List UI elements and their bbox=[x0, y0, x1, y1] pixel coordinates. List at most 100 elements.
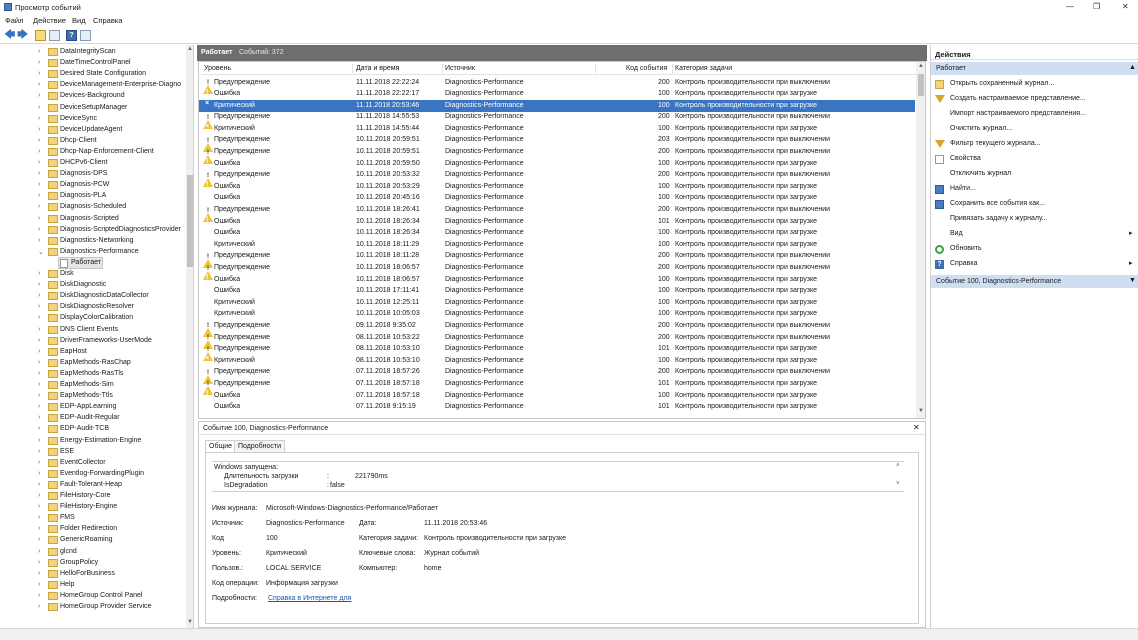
back-arrow-icon[interactable]: 🡄 bbox=[4, 30, 15, 41]
tree-item[interactable]: › ESE bbox=[0, 447, 184, 458]
chevron-right-icon[interactable]: › bbox=[38, 359, 40, 366]
menu-help[interactable]: Справка bbox=[93, 16, 122, 25]
chevron-right-icon[interactable]: › bbox=[38, 581, 40, 588]
tree-item[interactable]: › EapMethods-RasChap bbox=[0, 358, 184, 369]
tree-item[interactable]: › EapMethods-Ttls bbox=[0, 391, 184, 402]
tree-item[interactable]: › Diagnosis-Scripted bbox=[0, 214, 184, 225]
tree-item[interactable]: › DateTimeControlPanel bbox=[0, 58, 184, 69]
chevron-right-icon[interactable]: › bbox=[38, 203, 40, 210]
tree-item[interactable]: › Energy-Estimation-Engine bbox=[0, 436, 184, 447]
column-event-id[interactable]: Код события bbox=[626, 65, 667, 72]
action-item[interactable]: Сохранить все события как... bbox=[931, 197, 1138, 211]
chevron-right-icon[interactable]: › bbox=[38, 392, 40, 399]
chevron-right-icon[interactable]: › bbox=[38, 170, 40, 177]
chevron-right-icon[interactable]: › bbox=[38, 470, 40, 477]
tree-item[interactable]: › Diagnosis-PCW bbox=[0, 180, 184, 191]
action-item[interactable]: Вид ▸ bbox=[931, 227, 1138, 241]
event-row[interactable]: ! Ошибка 07.11.2018 9:15:19 Diagnostics-Per… bbox=[199, 402, 915, 414]
tree-item[interactable]: › DeviceSetupManager bbox=[0, 103, 184, 114]
actions-section-event[interactable]: Событие 100, Diagnostics-Performance ▼ bbox=[931, 275, 1138, 288]
tree-item[interactable]: › GroupPolicy bbox=[0, 558, 184, 569]
maximize-button[interactable]: ❐ bbox=[1093, 2, 1100, 11]
chevron-right-icon[interactable]: › bbox=[38, 459, 40, 466]
chevron-right-icon[interactable]: › bbox=[38, 381, 40, 388]
tree-item[interactable]: › EDP-AppLearning bbox=[0, 402, 184, 413]
chevron-right-icon[interactable]: › bbox=[38, 48, 40, 55]
chevron-right-icon[interactable]: › bbox=[38, 314, 40, 321]
chevron-right-icon[interactable]: › bbox=[38, 481, 40, 488]
chevron-right-icon[interactable]: › bbox=[38, 326, 40, 333]
chevron-right-icon[interactable]: › bbox=[38, 414, 40, 421]
tree-item[interactable]: › EapHost bbox=[0, 347, 184, 358]
tree-item[interactable]: › DiskDiagnostic bbox=[0, 280, 184, 291]
expand-icon[interactable]: ▼ bbox=[1129, 277, 1136, 284]
tree-item[interactable]: › HomeGroup Control Panel bbox=[0, 591, 184, 602]
event-row[interactable]: ! Ошибка 10.11.2018 18:26:34 Diagnostics-Pe… bbox=[199, 216, 915, 228]
tree-item[interactable]: › Eventlog-ForwardingPlugin bbox=[0, 469, 184, 480]
tab-details[interactable]: Подробности bbox=[234, 440, 286, 452]
tree-item[interactable]: › Diagnosis-Scheduled bbox=[0, 202, 184, 213]
event-row[interactable]: ! Предупреждение 10.11.2018 18:26:41 Diagno… bbox=[199, 205, 915, 222]
chevron-right-icon[interactable]: › bbox=[38, 70, 40, 77]
chevron-right-icon[interactable]: › bbox=[38, 192, 40, 199]
event-row[interactable]: ! Ошибка 10.11.2018 20:53:29 Diagnostics-Pe… bbox=[199, 181, 915, 193]
tree-item[interactable]: › DHCPv6-Client bbox=[0, 158, 184, 169]
column-separator[interactable] bbox=[595, 64, 596, 73]
event-row[interactable]: ! Предупреждение 10.11.2018 18:06:57 Diagno… bbox=[199, 263, 915, 280]
tree-item-selected[interactable]: Работает bbox=[0, 256, 184, 269]
action-item[interactable]: Фильтр текущего журнала... bbox=[931, 137, 1138, 151]
chevron-right-icon[interactable]: › bbox=[38, 448, 40, 455]
tree-item[interactable]: › DisplayColorCalibration bbox=[0, 313, 184, 324]
chevron-right-icon[interactable]: › bbox=[38, 115, 40, 122]
action-item[interactable]: Импорт настраиваемого представления... bbox=[931, 107, 1138, 121]
close-detail-icon[interactable]: ✕ bbox=[913, 423, 920, 432]
tree-item[interactable]: › Disk bbox=[0, 269, 184, 280]
action-item[interactable]: Обновить bbox=[931, 242, 1138, 256]
up-folder-icon[interactable] bbox=[35, 30, 46, 41]
chevron-right-icon[interactable]: › bbox=[38, 137, 40, 144]
event-row[interactable]: ! Предупреждение 07.11.2018 18:57:26 Diagno… bbox=[199, 367, 915, 384]
action-item[interactable]: Найти... bbox=[931, 182, 1138, 196]
tree-item[interactable]: › Diagnosis-ScriptedDiagnosticsProvider bbox=[0, 225, 184, 236]
menu-file[interactable]: Файл bbox=[5, 16, 23, 25]
close-window-button[interactable]: ✕ bbox=[1122, 2, 1129, 11]
chevron-right-icon[interactable]: › bbox=[38, 148, 40, 155]
column-datetime[interactable]: Дата и время bbox=[356, 65, 399, 72]
event-row[interactable]: × Критический 10.11.2018 12:25:11 Diagnosti… bbox=[199, 297, 915, 309]
tree-item[interactable]: › Fault-Tolerant-Heap bbox=[0, 480, 184, 491]
tree-item[interactable]: › EDP-Audit-TCB bbox=[0, 424, 184, 435]
chevron-right-icon[interactable]: › bbox=[38, 337, 40, 344]
event-row[interactable]: × Критический 11.11.2018 14:55:44 Diagnosti… bbox=[199, 123, 915, 135]
tree-item[interactable]: › DeviceUpdateAgent bbox=[0, 125, 184, 136]
event-row[interactable]: ! Ошибка 07.11.2018 18:57:18 Diagnostics-Pe… bbox=[199, 390, 915, 402]
event-row[interactable]: ! Предупреждение 11.11.2018 14:55:53 Diagno… bbox=[199, 112, 915, 129]
tab-general[interactable]: Общие bbox=[205, 440, 237, 452]
online-help-link[interactable]: Справка в Интернете для bbox=[268, 595, 351, 602]
event-row[interactable]: ! Ошибка 10.11.2018 18:26:34 Diagnostics-Pe… bbox=[199, 228, 915, 240]
chevron-right-icon[interactable]: › bbox=[38, 603, 40, 610]
tree-item[interactable]: › DiskDiagnosticDataCollector bbox=[0, 291, 184, 302]
event-row[interactable]: ! Ошибка 11.11.2018 22:22:17 Diagnostics-Pe… bbox=[199, 89, 915, 101]
tree-item[interactable]: › Dhcp-Client bbox=[0, 136, 184, 147]
action-item[interactable]: Отключить журнал bbox=[931, 167, 1138, 181]
tree-item[interactable]: › FMS bbox=[0, 513, 184, 524]
chevron-right-icon[interactable]: › bbox=[38, 237, 40, 244]
chevron-right-icon[interactable]: › bbox=[38, 226, 40, 233]
event-row[interactable]: × Критический 10.11.2018 18:11:29 Diagnosti… bbox=[199, 239, 915, 251]
chevron-right-icon[interactable]: › bbox=[38, 525, 40, 532]
tree-item[interactable]: › Desired State Configuration bbox=[0, 69, 184, 80]
tree-item[interactable]: › Dhcp-Nap-Enforcement-Client bbox=[0, 147, 184, 158]
event-row[interactable]: ! Предупреждение 10.11.2018 18:11:28 Diagno… bbox=[199, 251, 915, 268]
tree-item[interactable]: › Help bbox=[0, 580, 184, 591]
tree-item[interactable]: › FileHistory-Engine bbox=[0, 502, 184, 513]
chevron-right-icon[interactable]: › bbox=[38, 403, 40, 410]
chevron-right-icon[interactable]: › bbox=[38, 370, 40, 377]
action-item[interactable]: Свойства bbox=[931, 152, 1138, 166]
actions-section-log[interactable]: Работает ▲ bbox=[931, 62, 1138, 75]
scroll-up-icon[interactable]: ▲ bbox=[187, 46, 193, 52]
chevron-right-icon[interactable]: › bbox=[38, 215, 40, 222]
chevron-right-icon[interactable]: › bbox=[38, 181, 40, 188]
chevron-right-icon[interactable]: › bbox=[38, 437, 40, 444]
tree-item[interactable]: › HelloForBusiness bbox=[0, 569, 184, 580]
tree-item[interactable]: › DNS Client Events bbox=[0, 325, 184, 336]
